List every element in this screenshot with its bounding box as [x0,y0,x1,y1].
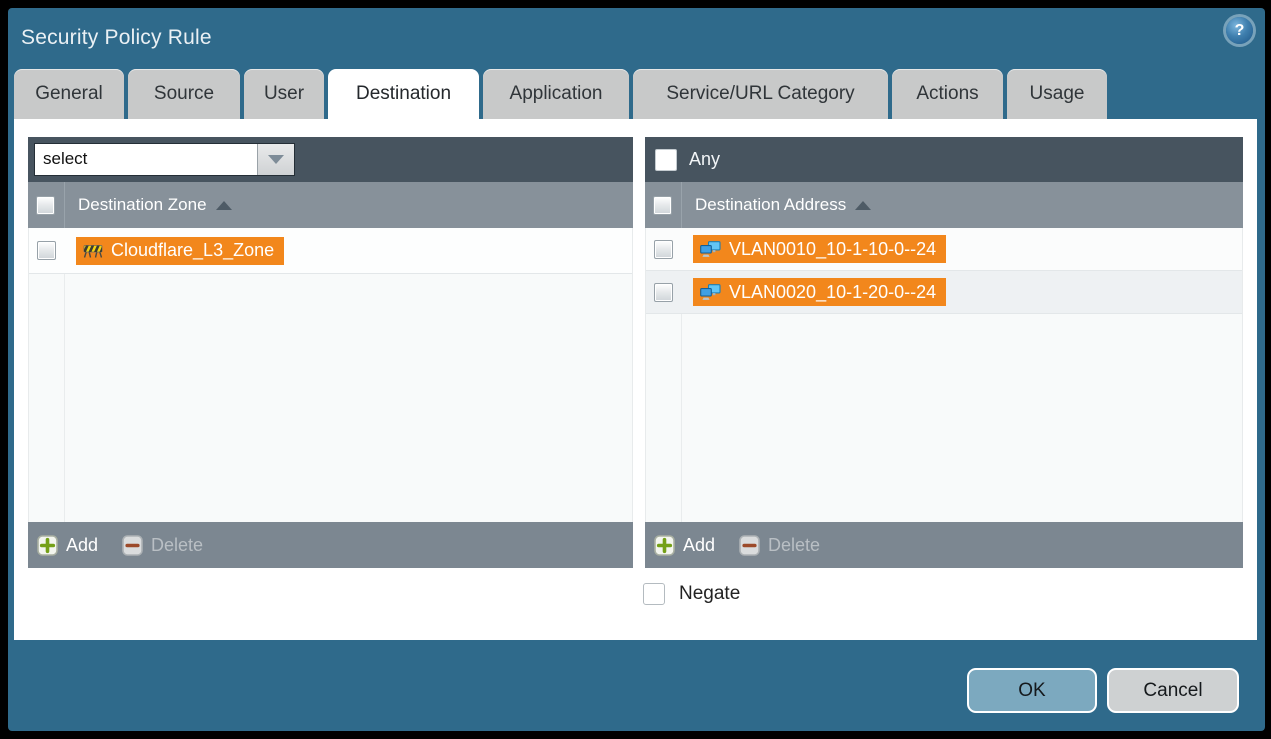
help-icon[interactable]: ? [1226,17,1253,44]
negate-label: Negate [679,583,740,605]
address-column-label[interactable]: Destination Address [695,195,846,215]
address-row[interactable]: VLAN0020_10-1-20-0--24 [646,271,1242,314]
chevron-down-icon [268,155,284,164]
zone-column-label[interactable]: Destination Zone [78,195,207,215]
add-zone-button[interactable]: Add [37,535,98,556]
negate-option: Negate [643,583,740,605]
zone-row[interactable]: Cloudflare_L3_Zone [29,228,632,274]
tab-destination[interactable]: Destination [328,69,479,119]
security-policy-rule-dialog: Security Policy Rule ? General Source Us… [8,8,1265,731]
tab-general[interactable]: General [14,69,124,119]
address-row-checkbox[interactable] [654,240,673,259]
address-panel-toolbar: Add Delete [645,522,1243,568]
tab-usage[interactable]: Usage [1007,69,1107,119]
delete-label: Delete [151,535,203,556]
tab-application[interactable]: Application [483,69,629,119]
delete-zone-button[interactable]: Delete [122,535,203,556]
any-checkbox[interactable] [655,149,677,171]
destination-tab-content: select Destination Zone [14,119,1257,640]
tab-bar: General Source User Destination Applicat… [14,69,1107,119]
address-column-header-row: Destination Address [645,182,1243,228]
any-label: Any [689,149,720,170]
column-divider [681,182,682,228]
tab-user[interactable]: User [244,69,324,119]
add-label: Add [683,535,715,556]
zone-filter-value: select [35,144,257,175]
sort-asc-icon [855,201,871,210]
address-panel-header: Any [645,137,1243,182]
zone-panel-toolbar: Add Delete [28,522,633,568]
address-icon [700,284,721,301]
sort-asc-icon [216,201,232,210]
cancel-button[interactable]: Cancel [1107,668,1239,713]
address-label: VLAN0010_10-1-10-0--24 [729,239,936,260]
tab-actions[interactable]: Actions [892,69,1003,119]
dialog-title: Security Policy Rule [21,26,212,50]
zone-column-header-row: Destination Zone [28,182,633,228]
negate-checkbox[interactable] [643,583,665,605]
tab-source[interactable]: Source [128,69,240,119]
tab-service-url-category[interactable]: Service/URL Category [633,69,888,119]
zone-row-checkbox[interactable] [37,241,56,260]
address-chip[interactable]: VLAN0020_10-1-20-0--24 [693,278,946,306]
address-label: VLAN0020_10-1-20-0--24 [729,282,936,303]
address-row[interactable]: VLAN0010_10-1-10-0--24 [646,228,1242,271]
delete-label: Delete [768,535,820,556]
address-row-checkbox[interactable] [654,283,673,302]
zone-filter-combobox[interactable]: select [34,143,295,176]
delete-icon [122,535,143,556]
destination-address-panel: Any Destination Address [645,137,1243,568]
ok-button[interactable]: OK [967,668,1097,713]
add-icon [37,535,58,556]
zone-label: Cloudflare_L3_Zone [111,240,274,261]
column-divider [64,182,65,228]
zone-icon [83,243,103,258]
select-all-zones-checkbox[interactable] [36,196,55,215]
destination-zone-panel: select Destination Zone [28,137,633,568]
address-chip[interactable]: VLAN0010_10-1-10-0--24 [693,235,946,263]
delete-icon [739,535,760,556]
delete-address-button[interactable]: Delete [739,535,820,556]
zone-list: Cloudflare_L3_Zone [28,228,633,522]
select-all-addresses-checkbox[interactable] [653,196,672,215]
help-glyph: ? [1235,22,1245,40]
address-icon [700,241,721,258]
address-list: VLAN0010_10-1-10-0--24 VLAN0020_10-1-20-… [645,228,1243,522]
add-icon [654,535,675,556]
add-address-button[interactable]: Add [654,535,715,556]
zone-panel-header: select [28,137,633,182]
zone-chip[interactable]: Cloudflare_L3_Zone [76,237,284,265]
dropdown-button[interactable] [257,144,294,175]
add-label: Add [66,535,98,556]
